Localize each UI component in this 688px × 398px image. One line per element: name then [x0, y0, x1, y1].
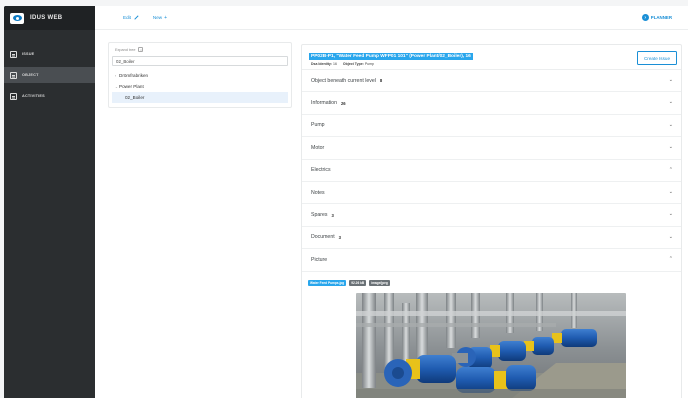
- sidebar-item-activities[interactable]: ACTIVITIES: [4, 88, 95, 104]
- file-name-badge[interactable]: Water Feed Pumps.jpg: [308, 279, 347, 286]
- chevron-down-icon[interactable]: ⌄: [669, 211, 673, 217]
- tree-list: › Drömfrabriken ⌄ Power Plant 02_Boiler: [112, 70, 288, 103]
- section-label: Motor: [311, 144, 325, 151]
- section-label: Information: [311, 100, 337, 107]
- expand-toggle-icon[interactable]: ×: [138, 47, 144, 52]
- planner-icon: ›: [641, 14, 649, 21]
- section-spares[interactable]: Spares 3 ⌄: [302, 204, 681, 227]
- sidebar-nav: ISSUE OBJECT ACTIVITIES: [4, 46, 95, 104]
- tree-node-label: Drömfrabriken: [119, 73, 149, 78]
- chevron-down-icon[interactable]: ⌄: [669, 189, 673, 195]
- sidebar-item-label: OBJECT: [22, 73, 39, 77]
- picture-content: Water Feed Pumps.jpg 92.26 kB image/jpeg: [302, 272, 681, 398]
- chevron-down-icon[interactable]: ⌄: [669, 77, 673, 83]
- sidebar-item-label: ACTIVITIES: [22, 94, 45, 98]
- object-details-panel: PP02B-P1, "Water Feed Pump WFP01 101" (P…: [301, 44, 682, 398]
- file-size-badge: 92.26 kB: [349, 279, 367, 286]
- sidebar-item-issue[interactable]: ISSUE: [4, 46, 95, 62]
- caret-right-icon[interactable]: ›: [112, 74, 119, 78]
- caret-down-icon[interactable]: ⌄: [112, 85, 119, 89]
- section-label: Spares: [311, 212, 328, 219]
- tree-search-input[interactable]: 02_Boiler: [112, 56, 288, 66]
- chevron-up-icon[interactable]: ⌃: [669, 256, 673, 262]
- type-field: Object Type: Pump: [343, 62, 374, 66]
- type-value: Pump: [364, 62, 374, 66]
- create-issue-button[interactable]: Create Issue: [637, 51, 677, 65]
- sidebar-item-label: ISSUE: [22, 52, 35, 56]
- edit-label: Edit: [123, 15, 131, 20]
- planner-button[interactable]: › PLANNER: [641, 14, 672, 21]
- pencil-icon: [134, 15, 139, 20]
- object-title: PP02B-P1, "Water Feed Pump WFP01 101" (P…: [309, 53, 473, 60]
- section-label: Pump: [311, 122, 325, 129]
- section-count: 26: [340, 100, 346, 106]
- section-pump[interactable]: Pump ⌄: [302, 115, 681, 138]
- section-label: Document: [311, 234, 335, 241]
- eye-logo-icon: [10, 12, 24, 24]
- chevron-up-icon[interactable]: ⌃: [669, 167, 673, 173]
- identity-label: Dsa Identity:: [311, 62, 333, 66]
- document-icon: [10, 50, 17, 58]
- tree-node-02-boiler[interactable]: 02_Boiler: [112, 92, 288, 103]
- type-label: Object Type:: [342, 62, 364, 66]
- picture-file-info: Water Feed Pumps.jpg 92.26 kB image/jpeg: [308, 279, 675, 286]
- object-tree-panel: Expand tree × 02_Boiler › Drömfrabriken …: [108, 42, 292, 108]
- section-information[interactable]: Information 26 ⌄: [302, 92, 681, 115]
- tree-search-value: 02_Boiler: [116, 58, 135, 64]
- tree-node-label: 02_Boiler: [125, 95, 145, 100]
- object-icon: [10, 71, 17, 79]
- sidebar: IDUS WEB ISSUE OBJECT ACTIVITIES: [4, 6, 95, 398]
- section-label: Object beneath current level: [311, 77, 376, 84]
- new-label: New: [152, 15, 163, 20]
- chevron-down-icon[interactable]: ⌄: [669, 99, 673, 105]
- object-meta: Dsa Identity: 16 Object Type: Pump: [311, 62, 374, 66]
- section-label: Picture: [311, 256, 328, 263]
- app-window: IDUS WEB ISSUE OBJECT ACTIVITIES Edit Ne…: [4, 6, 688, 398]
- identity-field: Dsa Identity: 16: [311, 62, 337, 66]
- plus-icon: +: [164, 14, 168, 21]
- section-document[interactable]: Document 3 ⌄: [302, 227, 681, 250]
- chevron-down-icon[interactable]: ⌄: [669, 234, 673, 240]
- new-button[interactable]: New +: [153, 15, 167, 21]
- tree-node-power-plant[interactable]: ⌄ Power Plant: [112, 81, 288, 92]
- section-electrics[interactable]: Electrics ⌃: [302, 160, 681, 182]
- tree-node-label: Power Plant: [119, 84, 144, 89]
- app-name: IDUS WEB: [30, 15, 63, 21]
- activities-icon: [10, 92, 17, 100]
- expand-tree-label: Expand tree: [115, 47, 136, 52]
- sidebar-item-object[interactable]: OBJECT: [4, 67, 95, 83]
- section-motor[interactable]: Motor ⌄: [302, 137, 681, 160]
- section-count: 3: [331, 212, 334, 218]
- identity-value: 16: [333, 62, 337, 66]
- section-label: Notes: [311, 189, 325, 196]
- brand[interactable]: IDUS WEB: [4, 6, 95, 30]
- section-count: 3: [338, 234, 341, 240]
- section-count: 8: [379, 78, 383, 84]
- tree-node-dromfrabriken[interactable]: › Drömfrabriken: [112, 70, 288, 81]
- chevron-down-icon[interactable]: ⌄: [669, 122, 673, 128]
- pump-photo[interactable]: [356, 292, 626, 398]
- planner-label: PLANNER: [650, 15, 672, 20]
- mime-type-badge: image/jpeg: [369, 279, 390, 286]
- pump-room-image: [356, 292, 626, 398]
- object-header: PP02B-P1, "Water Feed Pump WFP01 101" (P…: [302, 45, 681, 70]
- section-object-beneath[interactable]: Object beneath current level 8 ⌄: [302, 70, 681, 93]
- edit-button[interactable]: Edit: [123, 15, 139, 20]
- section-picture[interactable]: Picture ⌃: [302, 249, 681, 272]
- section-notes[interactable]: Notes ⌄: [302, 182, 681, 205]
- section-label: Electrics: [311, 167, 331, 174]
- chevron-down-icon[interactable]: ⌄: [669, 144, 673, 150]
- top-toolbar: Edit New + › PLANNER: [95, 6, 688, 30]
- expand-tree-toggle[interactable]: Expand tree ×: [115, 47, 288, 52]
